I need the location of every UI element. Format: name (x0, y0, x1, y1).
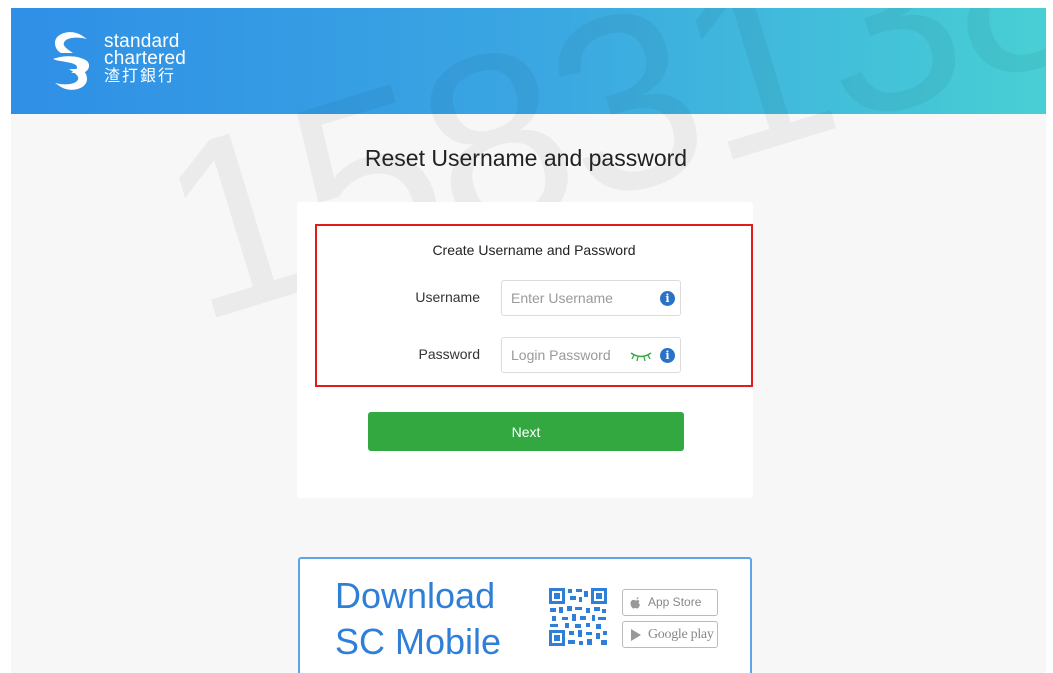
google-play-button[interactable]: Google play (622, 621, 718, 648)
header-bar: standard chartered 渣打銀行 (11, 8, 1046, 114)
download-banner: Download SC Mobile App Store Google play (298, 557, 752, 673)
brand-wordmark: standard chartered 渣打銀行 (104, 32, 187, 85)
brand-line-3: 渣打銀行 (104, 68, 177, 85)
download-title-line-2: SC Mobile (335, 621, 502, 662)
app-store-button[interactable]: App Store (622, 589, 718, 616)
password-label: Password (418, 346, 480, 362)
page-title: Reset Username and password (364, 145, 688, 171)
username-field-box: i (501, 280, 681, 316)
play-icon (631, 629, 641, 641)
sc-swoosh-logo-icon (53, 32, 90, 90)
username-label: Username (415, 289, 480, 305)
download-title-line-1: Download (335, 575, 496, 616)
apple-icon (630, 597, 640, 609)
password-input[interactable] (511, 338, 631, 372)
password-field-box: i (501, 337, 681, 373)
app-store-label: App Store (648, 595, 702, 609)
section-title: Create Username and Password (432, 242, 636, 258)
info-icon[interactable]: i (660, 348, 675, 363)
page-frame: standard chartered 渣打銀行 1583138 Reset Us… (11, 8, 1046, 673)
brand-line-2: chartered (104, 48, 187, 69)
eye-closed-icon[interactable] (630, 350, 652, 362)
google-play-label: Google play (648, 627, 714, 642)
qr-code-icon[interactable] (548, 587, 608, 647)
info-icon[interactable]: i (660, 291, 675, 306)
username-input[interactable] (511, 281, 631, 315)
next-button[interactable]: Next (368, 412, 684, 451)
